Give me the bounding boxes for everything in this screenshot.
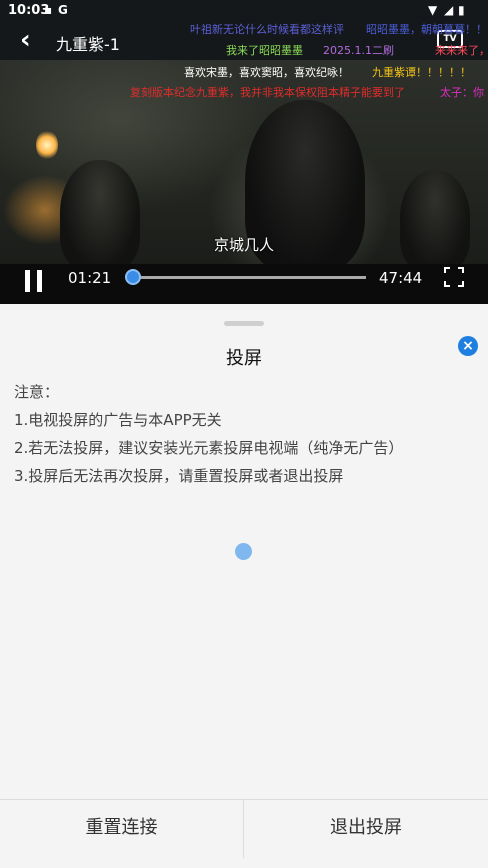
sheet-actions: 重置连接 退出投屏	[0, 799, 488, 868]
pause-icon[interactable]	[25, 270, 43, 292]
danmaku-item: 昭昭墨墨，朝朝暮暮！！	[366, 23, 487, 36]
seek-bar[interactable]	[126, 276, 366, 279]
player-controls: 01:21 47:44	[0, 264, 488, 304]
danmaku-item: 太子：你	[440, 86, 484, 99]
danmaku-item: 2025.1.1二刷	[323, 44, 394, 57]
battery-icon: ▮	[458, 3, 465, 17]
danmaku-item: 叶祖新无论什么时候看都这样评	[190, 23, 344, 36]
danmaku-item: 复刻版本纪念九重紫，我并非我本保权阻本精子能要到了	[130, 86, 405, 99]
danmaku-item: 九重紫谭！！！！！	[372, 66, 471, 79]
current-time: 01:21	[68, 269, 112, 287]
signal-icon: ◢	[444, 3, 454, 17]
back-arrow-icon[interactable]: ‹	[20, 26, 31, 54]
danmaku-item: 喜欢宋墨，喜欢窦昭，喜欢纪咏！	[184, 66, 349, 79]
google-icon: G	[58, 3, 68, 17]
seek-handle[interactable]	[124, 269, 141, 285]
torch-flame	[36, 130, 58, 160]
duration-time: 47:44	[379, 269, 423, 287]
cast-notes: 注意： 1.电视投屏的广告与本APP无关 2.若无法投屏，建议安装光元素投屏电视…	[14, 378, 403, 490]
video-player[interactable]: 10:03 ▪ G ▼ ◢ ▮ ‹ 九重紫-1 TV 叶祖新无论什么时候看都这样…	[0, 0, 488, 304]
wifi-icon: ▼	[428, 3, 438, 17]
video-title: 九重紫-1	[56, 35, 120, 54]
soldier-figure-right	[400, 170, 470, 270]
sheet-drag-handle[interactable]	[224, 321, 264, 326]
cast-bottom-sheet: 投屏 × 注意： 1.电视投屏的广告与本APP无关 2.若无法投屏，建议安装光元…	[0, 306, 488, 868]
note-line: 2.若无法投屏，建议安装光元素投屏电视端（纯净无广告）	[14, 439, 404, 457]
note-line: 1.电视投屏的广告与本APP无关	[14, 411, 222, 429]
danmaku-item: 来来来了，	[435, 44, 488, 57]
sim-card-icon: ▪	[44, 3, 53, 17]
loading-spinner	[235, 543, 252, 560]
status-bar: 10:03 ▪ G ▼ ◢ ▮	[0, 0, 488, 22]
fullscreen-icon[interactable]	[444, 267, 464, 287]
close-icon[interactable]: ×	[458, 336, 478, 356]
note-line: 3.投屏后无法再次投屏，请重置投屏或者退出投屏	[14, 467, 344, 485]
video-subtitle: 京城几人	[213, 236, 274, 254]
exit-cast-button[interactable]: 退出投屏	[244, 800, 488, 858]
danmaku-item: 我来了昭昭墨墨	[226, 44, 303, 57]
reset-connection-button[interactable]: 重置连接	[0, 800, 244, 858]
note-line: 注意：	[14, 383, 60, 401]
sheet-title: 投屏	[226, 348, 262, 369]
